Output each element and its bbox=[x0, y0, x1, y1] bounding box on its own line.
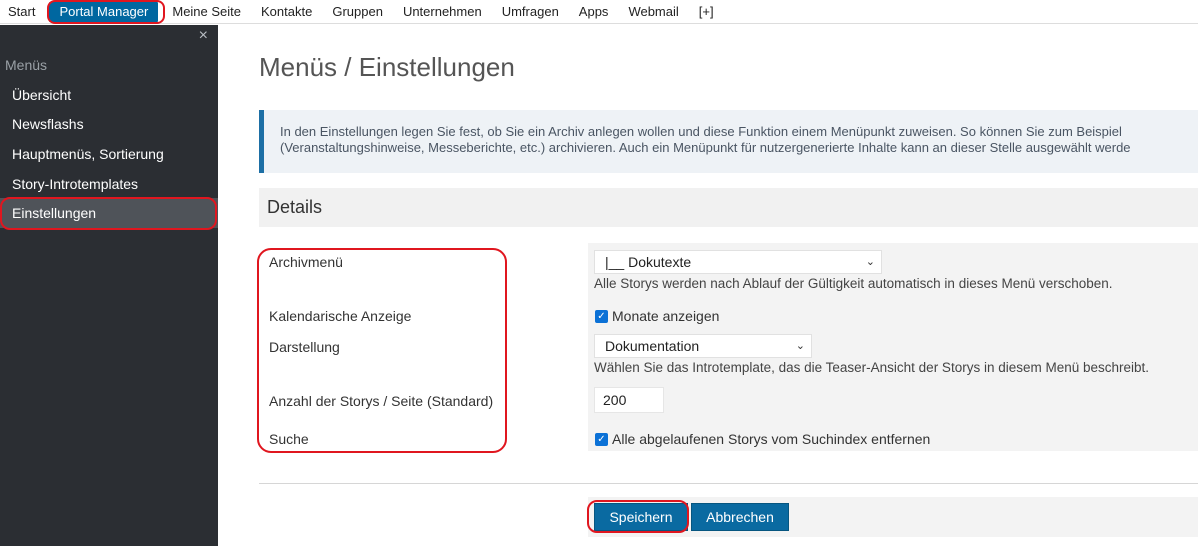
top-navigation: Start Portal Manager Meine Seite Kontakt… bbox=[0, 0, 1198, 24]
nav-unternehmen[interactable]: Unternehmen bbox=[393, 0, 492, 24]
save-button[interactable]: Speichern bbox=[594, 503, 688, 531]
info-text-line-2: (Veranstaltungshinweise, Messeberichte, … bbox=[280, 140, 1131, 155]
sidebar-item-story-introtemplates[interactable]: Story-Introtemplates bbox=[0, 169, 218, 199]
nav-webmail[interactable]: Webmail bbox=[618, 0, 688, 24]
details-heading: Details bbox=[259, 188, 1198, 227]
sidebar-item-newsflashs[interactable]: Newsflashs bbox=[0, 109, 218, 139]
checkbox-suchindex[interactable]: ✓ bbox=[595, 432, 608, 446]
archive-hint: Alle Storys werden nach Ablauf der Gülti… bbox=[594, 276, 1113, 291]
sidebar: × Menüs Übersicht Newsflashs Hauptmenüs,… bbox=[0, 25, 218, 546]
sidebar-item-hauptmenues[interactable]: Hauptmenüs, Sortierung bbox=[0, 139, 218, 169]
checkbox-monate-label: Monate anzeigen bbox=[612, 308, 720, 324]
main-content: Menüs / Einstellungen In den Einstellung… bbox=[218, 25, 1198, 546]
page-title: Menüs / Einstellungen bbox=[259, 52, 515, 82]
calendar-checkbox-row: ✓ Monate anzeigen bbox=[595, 308, 719, 324]
nav-more[interactable]: [+] bbox=[689, 0, 724, 24]
divider bbox=[259, 483, 1198, 484]
label-kalendarische-anzeige: Kalendarische Anzeige bbox=[269, 308, 412, 324]
chevron-down-icon: ⌄ bbox=[865, 256, 875, 268]
cancel-button[interactable]: Abbrechen bbox=[691, 503, 789, 531]
nav-meine-seite[interactable]: Meine Seite bbox=[162, 0, 251, 24]
sidebar-item-uebersicht[interactable]: Übersicht bbox=[0, 80, 218, 110]
nav-start[interactable]: Start bbox=[0, 0, 45, 24]
nav-gruppen[interactable]: Gruppen bbox=[322, 0, 393, 24]
label-suche: Suche bbox=[269, 431, 309, 447]
archive-menu-value: |__ Dokutexte bbox=[605, 254, 692, 270]
sidebar-item-einstellungen[interactable]: Einstellungen bbox=[0, 198, 218, 228]
display-select[interactable]: Dokumentation ⌄ bbox=[594, 334, 812, 358]
info-text-line-1: In den Einstellungen legen Sie fest, ob … bbox=[280, 124, 1122, 139]
checkbox-monate-anzeigen[interactable]: ✓ bbox=[595, 309, 608, 323]
nav-apps[interactable]: Apps bbox=[569, 0, 619, 24]
chevron-down-icon: ⌄ bbox=[795, 340, 805, 352]
checkbox-suchindex-label: Alle abgelaufenen Storys vom Suchindex e… bbox=[612, 431, 931, 447]
label-anzahl-storys: Anzahl der Storys / Seite (Standard) bbox=[269, 393, 494, 409]
archive-menu-select[interactable]: |__ Dokutexte ⌄ bbox=[594, 250, 882, 274]
sidebar-heading: Menüs bbox=[5, 57, 48, 73]
info-box: In den Einstellungen legen Sie fest, ob … bbox=[259, 110, 1198, 173]
nav-portal-manager[interactable]: Portal Manager bbox=[49, 1, 159, 22]
display-hint: Wählen Sie das Introtemplate, das die Te… bbox=[594, 360, 1150, 375]
display-value: Dokumentation bbox=[605, 338, 700, 354]
label-darstellung: Darstellung bbox=[269, 339, 340, 355]
story-count-input[interactable]: 200 bbox=[594, 387, 664, 413]
nav-umfragen[interactable]: Umfragen bbox=[492, 0, 569, 24]
nav-kontakte[interactable]: Kontakte bbox=[251, 0, 322, 24]
close-icon[interactable]: × bbox=[199, 27, 208, 45]
search-checkbox-row: ✓ Alle abgelaufenen Storys vom Suchindex… bbox=[595, 431, 930, 447]
label-archivmenue: Archivmenü bbox=[269, 254, 343, 270]
